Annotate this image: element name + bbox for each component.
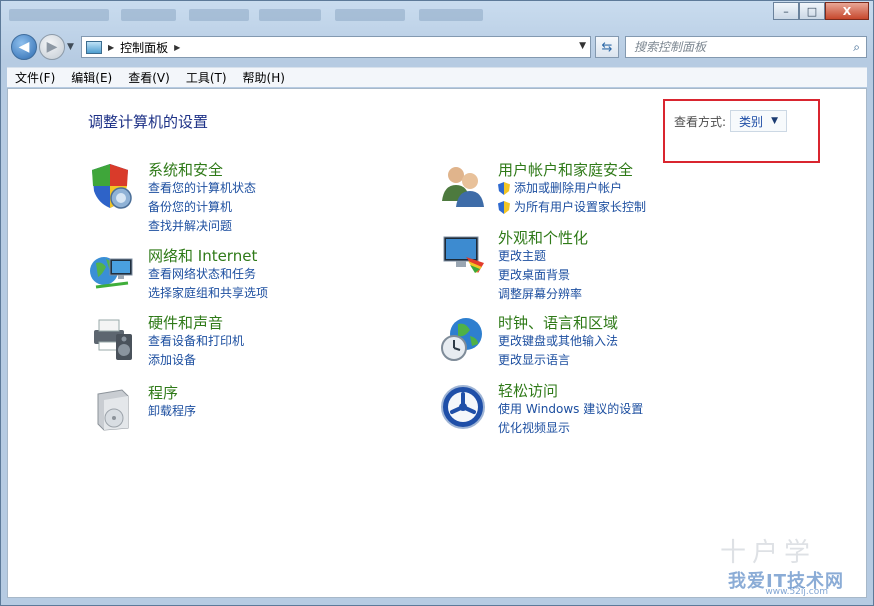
category-title[interactable]: 用户帐户和家庭安全: [498, 161, 646, 179]
maximize-button[interactable]: □: [799, 2, 825, 20]
link-change-keyboard-input[interactable]: 更改键盘或其他输入法: [498, 332, 618, 351]
link-adjust-resolution[interactable]: 调整屏幕分辨率: [498, 285, 588, 304]
search-icon[interactable]: ⌕: [853, 40, 860, 55]
breadcrumb-separator-icon[interactable]: ▶: [108, 43, 114, 52]
clock-globe-icon[interactable]: [438, 314, 488, 364]
network-globe-icon[interactable]: [88, 247, 138, 297]
category-user-accounts: 用户帐户和家庭安全 添加或删除用户帐户 为所有用户设置家长控制: [438, 161, 758, 217]
address-dropdown-icon[interactable]: ▼: [579, 41, 586, 51]
link-view-computer-status[interactable]: 查看您的计算机状态: [148, 179, 256, 198]
monitor-palette-icon[interactable]: [438, 229, 488, 279]
category-title[interactable]: 外观和个性化: [498, 229, 588, 247]
category-title[interactable]: 时钟、语言和区域: [498, 314, 618, 332]
search-input[interactable]: [634, 40, 834, 54]
watermark-decoration: 十户学: [719, 538, 816, 568]
category-programs: 程序 卸载程序: [88, 384, 388, 434]
menu-help[interactable]: 帮助(H): [235, 68, 293, 88]
category-appearance: 外观和个性化 更改主题 更改桌面背景 调整屏幕分辨率: [438, 229, 758, 301]
uac-shield-icon: [498, 201, 510, 214]
arrow-left-icon: ◀: [18, 39, 30, 55]
menu-file[interactable]: 文件(F): [7, 68, 63, 88]
content-pane: 调整计算机的设置 查看方式: 类别 ▼ 系统和安全 查看您的计算机状态 备份您的…: [7, 88, 867, 598]
search-box: ⌕: [625, 36, 867, 58]
category-title[interactable]: 网络和 Internet: [148, 247, 268, 265]
arrow-right-icon: ▶: [46, 39, 58, 55]
control-panel-window: – □ X ◀ ▶ ▼ ▶ 控制面板 ▶ ▼ ⇆ ⌕ 文件(F) 编辑(E) 查…: [0, 0, 874, 606]
link-change-display-language[interactable]: 更改显示语言: [498, 351, 618, 370]
category-title[interactable]: 硬件和声音: [148, 314, 244, 332]
page-title: 调整计算机的设置: [88, 113, 209, 131]
link-change-theme[interactable]: 更改主题: [498, 247, 588, 266]
printer-speaker-icon[interactable]: [88, 314, 138, 364]
category-title[interactable]: 程序: [148, 384, 196, 402]
link-uninstall-program[interactable]: 卸载程序: [148, 402, 196, 421]
link-network-status[interactable]: 查看网络状态和任务: [148, 265, 268, 284]
menu-tools[interactable]: 工具(T): [178, 68, 235, 88]
breadcrumb-separator-icon[interactable]: ▶: [174, 43, 180, 52]
menu-bar: 文件(F) 编辑(E) 查看(V) 工具(T) 帮助(H): [7, 67, 867, 87]
close-button[interactable]: X: [825, 2, 869, 20]
address-bar[interactable]: ▶ 控制面板 ▶ ▼: [81, 36, 591, 58]
shield-icon[interactable]: [88, 161, 138, 211]
caption-buttons: – □ X: [773, 2, 869, 20]
back-button[interactable]: ◀: [11, 34, 37, 60]
category-title[interactable]: 系统和安全: [148, 161, 256, 179]
link-optimize-video-display[interactable]: 优化视频显示: [498, 419, 643, 438]
navigation-bar: ◀ ▶ ▼ ▶ 控制面板 ▶ ▼ ⇆ ⌕: [9, 31, 867, 63]
forward-button[interactable]: ▶: [39, 34, 65, 60]
refresh-button[interactable]: ⇆: [595, 36, 619, 58]
category-clock-region: 时钟、语言和区域 更改键盘或其他输入法 更改显示语言: [438, 314, 758, 370]
category-system-security: 系统和安全 查看您的计算机状态 备份您的计算机 查找并解决问题: [88, 161, 388, 233]
minimize-button[interactable]: –: [773, 2, 799, 20]
category-title[interactable]: 轻松访问: [498, 382, 643, 400]
category-hardware-sound: 硬件和声音 查看设备和打印机 添加设备: [88, 314, 388, 370]
background-taskbar-ghost: [1, 1, 761, 29]
ease-of-access-icon[interactable]: [438, 382, 488, 432]
users-icon[interactable]: [438, 161, 488, 211]
programs-box-icon[interactable]: [88, 384, 138, 434]
control-panel-icon: [86, 40, 102, 54]
link-add-remove-user[interactable]: 添加或删除用户帐户: [498, 179, 646, 198]
category-ease-of-access: 轻松访问 使用 Windows 建议的设置 优化视频显示: [438, 382, 758, 438]
breadcrumb-control-panel[interactable]: 控制面板: [120, 39, 168, 56]
link-parental-controls[interactable]: 为所有用户设置家长控制: [498, 198, 646, 217]
link-recommended-settings[interactable]: 使用 Windows 建议的设置: [498, 400, 643, 419]
link-troubleshoot[interactable]: 查找并解决问题: [148, 217, 256, 236]
watermark-url: www.52ij.com: [765, 587, 828, 597]
category-network-internet: 网络和 Internet 查看网络状态和任务 选择家庭组和共享选项: [88, 247, 388, 303]
highlight-annotation-box: [663, 99, 820, 163]
link-add-device[interactable]: 添加设备: [148, 351, 244, 370]
link-change-desktop-background[interactable]: 更改桌面背景: [498, 266, 588, 285]
menu-edit[interactable]: 编辑(E): [63, 68, 120, 88]
refresh-icon: ⇆: [601, 39, 613, 55]
uac-shield-icon: [498, 182, 510, 195]
menu-view[interactable]: 查看(V): [120, 68, 178, 88]
link-devices-printers[interactable]: 查看设备和打印机: [148, 332, 244, 351]
recent-pages-dropdown[interactable]: ▼: [67, 42, 74, 52]
link-homegroup-sharing[interactable]: 选择家庭组和共享选项: [148, 284, 268, 303]
link-backup-computer[interactable]: 备份您的计算机: [148, 198, 256, 217]
